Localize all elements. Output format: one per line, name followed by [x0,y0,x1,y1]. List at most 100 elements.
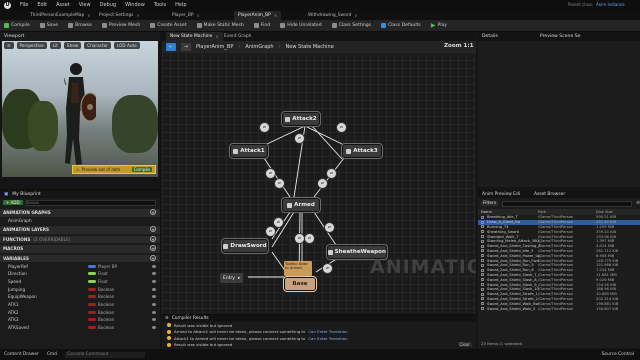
variable-type[interactable]: Boolean [88,302,114,307]
show-button[interactable]: Show [63,41,82,49]
visibility-eye-icon[interactable] [152,318,156,322]
breadcrumb-animgraph[interactable]: AnimGraph [245,44,273,50]
transition-icon[interactable]: ⇄ [266,169,275,178]
variable-row[interactable]: PlayerRef Player BP [0,262,160,270]
tab-new-state-machine[interactable]: New State Machine × [166,32,223,41]
variable-row[interactable]: Jumping Boolean [0,285,160,293]
tab-asset-browser[interactable]: Asset Browser [534,192,565,197]
state-node-attack3[interactable]: Attack3 [342,144,382,158]
close-icon[interactable]: × [87,13,90,18]
menu-help[interactable]: Help [175,2,186,8]
visibility-eye-icon[interactable] [152,272,156,276]
asset-row[interactable]: Sword_And_Shield_Walk_5/Game/ThirdPerson… [478,306,640,311]
tab-playeranim-bp[interactable]: PlayerAnim_BP × [234,11,282,20]
asset-search-input[interactable] [502,200,633,207]
tab-thirdperson-map[interactable]: ThirdPersonExampleMap × [26,11,95,20]
class-defaults-button[interactable]: Class Defaults [381,23,421,28]
close-icon[interactable]: × [274,13,277,18]
tab-details[interactable]: Details [482,34,498,39]
col-path[interactable]: Path [538,210,546,214]
state-node-base[interactable]: Base [284,277,316,291]
transition-icon[interactable]: ⇄ [260,123,269,132]
source-control-button[interactable]: Source Control [602,352,634,357]
make-static-mesh-button[interactable]: Make Static Mesh [196,23,244,28]
variable-type[interactable]: Float [88,279,108,284]
compile-button[interactable]: Compile [4,23,30,28]
blueprint-search-input[interactable] [25,199,156,206]
close-icon[interactable]: × [215,34,218,39]
add-icon[interactable]: + [150,235,156,242]
transition-icon[interactable]: ⇄ [323,264,332,273]
tab-anim-preview-editor[interactable]: Anim Preview Edi [482,192,520,197]
menu-file[interactable]: File [20,2,28,8]
variable-row[interactable]: ATK2 Boolean [0,308,160,316]
section-functions[interactable]: FUNCTIONS (1 OVERRIDABLE) + [0,235,160,244]
visibility-eye-icon[interactable] [152,287,156,291]
close-icon[interactable]: × [136,13,139,18]
tab-preview-scene[interactable]: Preview Scene Se [540,34,581,39]
perspective-button[interactable]: Perspective [16,41,47,49]
col-name[interactable]: Name [481,210,492,214]
filters-button[interactable]: Filters [481,201,499,206]
add-button[interactable]: + ADD [3,200,23,205]
state-node-armed[interactable]: Armed [282,198,320,212]
state-node-attack2[interactable]: Attack2 [282,112,320,126]
visibility-eye-icon[interactable] [152,295,156,299]
menu-edit[interactable]: Edit [37,2,47,8]
close-icon[interactable]: × [354,13,357,18]
transition-icon[interactable]: ⇄ [274,218,283,227]
visibility-eye-icon[interactable] [152,279,156,283]
can-enter-transition-link[interactable]: Can Enter Transition [308,336,347,341]
exec-pin-icon[interactable]: ▸ [238,276,240,281]
add-icon[interactable]: + [150,254,156,261]
visibility-eye-icon[interactable] [152,310,156,314]
state-node-drawsword[interactable]: DrawSword [222,239,268,253]
variable-type[interactable]: Boolean [88,310,114,315]
forward-arrow-icon[interactable]: → [181,42,191,51]
find-button[interactable]: Find [253,23,270,28]
add-icon[interactable]: + [150,209,156,215]
menu-debug[interactable]: Debug [100,2,116,8]
section-animation-layers[interactable]: ANIMATION LAYERS + [0,226,160,234]
create-asset-button[interactable]: Create Asset [150,23,187,28]
settings-icon[interactable]: ⚙ [636,201,640,206]
variable-row[interactable]: EquipWeapon Boolean [0,293,160,301]
hide-unrelated-button[interactable]: Hide Unrelated [280,23,322,28]
variable-row[interactable]: ATK1 Boolean [0,301,160,309]
transition-icon[interactable]: ⇄ [266,227,275,236]
class-settings-button[interactable]: Class Settings [331,23,371,28]
transition-icon[interactable]: ⇄ [337,123,346,132]
preview-viewport[interactable]: ≡ Perspective Lit Show Character LOD Aut… [2,41,158,177]
tab-project-settings[interactable]: Project Settings × [95,11,144,20]
play-button[interactable]: ▶ Play [431,22,447,29]
banner-compile-button[interactable]: Compile [131,167,152,172]
add-icon[interactable]: + [150,226,156,233]
transition-icon[interactable]: ⇄ [295,234,304,243]
section-macros[interactable]: MACROS + [0,245,160,253]
variable-type[interactable]: Float [88,271,108,276]
back-arrow-icon[interactable]: ← [166,42,176,51]
tab-player-bp[interactable]: Player_BP × [168,11,204,20]
variable-type[interactable]: Boolean [88,325,114,330]
menu-view[interactable]: View [79,2,91,8]
menu-window[interactable]: Window [125,2,145,8]
lit-button[interactable]: Lit [49,41,61,49]
menu-tools[interactable]: Tools [154,2,166,8]
close-icon[interactable]: × [197,13,200,18]
clear-button[interactable]: Clear [457,342,472,347]
visibility-eye-icon[interactable] [152,302,156,306]
add-icon[interactable]: + [150,245,156,252]
transition-icon[interactable]: ⇄ [275,179,284,188]
variable-type[interactable]: Boolean [88,287,114,292]
variable-row[interactable]: Direction Float [0,270,160,278]
transition-icon[interactable]: ⇄ [318,179,327,188]
menu-asset[interactable]: Asset [56,2,70,8]
unreal-logo-icon[interactable]: U [4,1,11,9]
console-command-input[interactable]: Console Command [64,351,145,358]
viewport-options-button[interactable]: ≡ [4,41,14,49]
can-enter-transition-link[interactable]: Can Enter Transition [308,329,347,334]
section-variables[interactable]: VARIABLES + [0,254,160,263]
content-drawer-button[interactable]: Content Drawer [4,352,39,357]
variable-row[interactable]: ATKSaved Boolean [0,324,160,332]
variable-row[interactable]: Speed Float [0,278,160,286]
